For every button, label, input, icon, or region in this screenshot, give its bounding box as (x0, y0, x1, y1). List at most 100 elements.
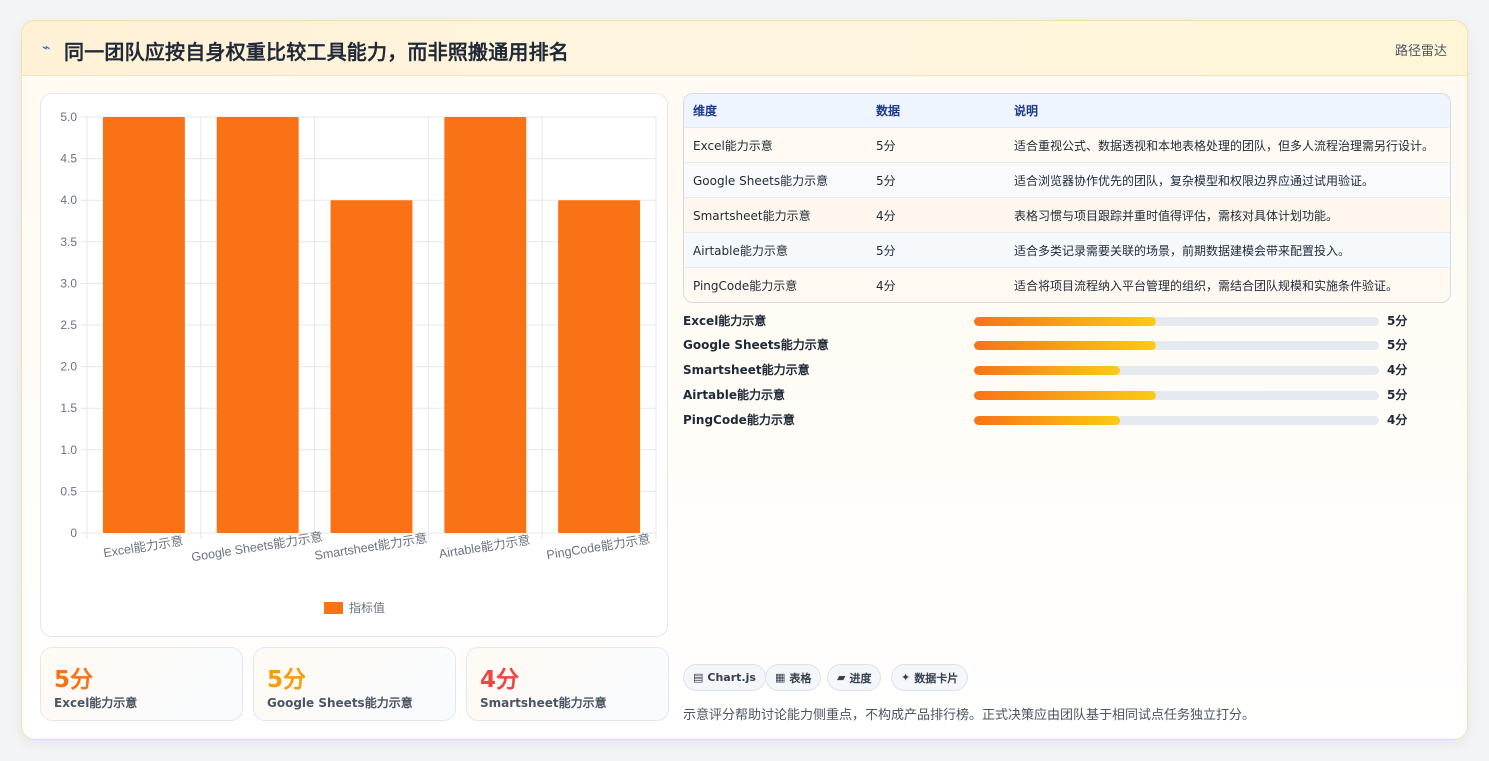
table-cell: 适合浏览器协作优先的团队，复杂模型和权限边界应通过试用验证。 (1014, 173, 1375, 188)
y-tick-label: 4.5 (60, 152, 77, 166)
progress-fill (974, 341, 1157, 350)
progress-track (974, 416, 1379, 425)
bar-chart: 0 0.5 1.0 1.5 2.0 2.5 3.0 3.5 4.0 4.5 5.0 Excel能力示意… (60, 110, 657, 615)
table-cell: 4分 (876, 208, 896, 223)
bar (330, 200, 413, 533)
progress-value: 5分 (1387, 314, 1408, 328)
stat-value: 4分 (480, 667, 520, 693)
y-tick-label: 4.0 (60, 193, 77, 207)
y-tick-label: 5.0 (60, 110, 77, 124)
table-cell: 5分 (876, 138, 896, 153)
x-tick-label: Smartsheet能力示意 (313, 530, 428, 563)
progress-track (974, 366, 1379, 375)
table-cell: Google Sheets能力示意 (693, 173, 829, 188)
stat-label: Smartsheet能力示意 (480, 696, 607, 710)
stat-label: Google Sheets能力示意 (267, 696, 413, 710)
progress-fill (974, 391, 1157, 400)
y-tick-label: 0.5 (60, 484, 77, 498)
progress-fill (974, 317, 1157, 326)
stat-card-google-sheets: 5分 Google Sheets能力示意 (253, 647, 456, 721)
y-tick-label: 1.5 (60, 401, 77, 415)
x-tick-label: Airtable能力示意 (438, 532, 532, 561)
progress-fill (974, 416, 1120, 425)
progress-row: PingCode能力示意 4分 (683, 410, 1443, 430)
stat-label: Excel能力示意 (54, 696, 138, 710)
footnote: 示意评分帮助讨论能力侧重点，不构成产品排行榜。正式决策应由团队基于相同试点任务独… (683, 708, 1256, 723)
stat-card-smartsheet: 4分 Smartsheet能力示意 (466, 647, 669, 721)
progress-track (974, 317, 1379, 326)
x-tick-label: Excel能力示意 (102, 533, 184, 560)
y-tick-label: 3.5 (60, 235, 77, 249)
y-tick-label: 0 (70, 526, 77, 540)
bar (444, 117, 527, 533)
progress-label: Google Sheets能力示意 (683, 338, 829, 352)
chip-table[interactable]: ▦ 表格 (765, 664, 822, 691)
page-title: 同一团队应按自身权重比较工具能力，而非照搬通用排名 (64, 40, 569, 64)
lightning-icon: ⌁ (42, 40, 51, 56)
chip-progress[interactable]: ▰ 进度 (827, 664, 882, 691)
bar-chart-panel: 0 0.5 1.0 1.5 2.0 2.5 3.0 3.5 4.0 4.5 5.0 Excel能力示意… (40, 93, 668, 637)
x-tick-label: Google Sheets能力示意 (190, 529, 323, 565)
x-tick-label: PingCode能力示意 (545, 531, 651, 562)
stat-value: 5分 (267, 667, 307, 693)
progress-value: 5分 (1387, 388, 1408, 402)
table-cell: 5分 (876, 243, 896, 258)
table-cell: 4分 (876, 278, 896, 293)
table-header-cell: 数据 (876, 104, 901, 118)
table-row: Airtable能力示意 5分 适合多类记录需要关联的场景，前期数据建模会带来配… (684, 232, 1450, 267)
bar (216, 117, 299, 533)
table-row: PingCode能力示意 4分 适合将项目流程纳入平台管理的组织，需结合团队规模… (684, 267, 1450, 302)
chip-label: 进度 (849, 671, 872, 685)
chip-label: Chart.js (707, 671, 756, 684)
progress-track (974, 341, 1379, 350)
progress-track (974, 391, 1379, 400)
bar (102, 117, 185, 533)
table-cell: Airtable能力示意 (693, 243, 788, 258)
table-cell: 适合重视公式、数据透视和本地表格处理的团队，但多人流程治理需另行设计。 (1014, 138, 1435, 153)
table-header-cell: 说明 (1014, 104, 1039, 118)
chart-icon: ▤ (693, 671, 704, 684)
chip-label: 表格 (789, 671, 812, 685)
table-row: Excel能力示意 5分 适合重视公式、数据透视和本地表格处理的团队，但多人流程… (684, 127, 1450, 162)
bar (558, 200, 641, 533)
progress-label: Excel能力示意 (683, 314, 767, 328)
progress-label: Smartsheet能力示意 (683, 363, 810, 377)
progress-value: 4分 (1387, 363, 1408, 377)
progress-row: Smartsheet能力示意 4分 (683, 360, 1443, 380)
chip-chartjs[interactable]: ▤ Chart.js (683, 664, 766, 691)
y-tick-label: 2.0 (60, 360, 77, 374)
progress-row: Google Sheets能力示意 5分 (683, 335, 1443, 355)
table-row: Smartsheet能力示意 4分 表格习惯与项目跟踪并重时值得评估，需核对具体… (684, 197, 1450, 232)
progress-row: Airtable能力示意 5分 (683, 385, 1443, 405)
legend-label: 指标值 (349, 600, 385, 615)
legend-swatch (324, 602, 343, 614)
table-cell: PingCode能力示意 (693, 278, 798, 293)
table-header-row: 维度 数据 说明 (684, 94, 1450, 127)
table-icon: ▦ (775, 671, 786, 684)
table-row: Google Sheets能力示意 5分 适合浏览器协作优先的团队，复杂模型和权… (684, 162, 1450, 197)
stat-value: 5分 (54, 667, 94, 693)
table-cell: 表格习惯与项目跟踪并重时值得评估，需核对具体计划功能。 (1014, 208, 1339, 223)
progress-value: 4分 (1387, 413, 1408, 427)
table-cell: 适合将项目流程纳入平台管理的组织，需结合团队规模和实施条件验证。 (1014, 278, 1399, 293)
progress-fill (974, 366, 1120, 375)
header-tag[interactable]: 路径雷达 (1395, 40, 1447, 59)
chip-label: 数据卡片 (914, 671, 959, 685)
progress-value: 5分 (1387, 338, 1408, 352)
table-header-cell: 维度 (693, 104, 718, 118)
data-table: 维度 数据 说明 Excel能力示意 5分 适合重视公式、数据透视和本地表格处理… (683, 93, 1451, 303)
progress-row: Excel能力示意 5分 (683, 311, 1443, 331)
table-cell: Smartsheet能力示意 (693, 208, 811, 223)
stat-card-excel: 5分 Excel能力示意 (40, 647, 243, 721)
y-tick-label: 2.5 (60, 318, 77, 332)
y-tick-label: 1.0 (60, 443, 77, 457)
card-icon: ✦ (901, 671, 911, 684)
header-bar: ⌁ 同一团队应按自身权重比较工具能力，而非照搬通用排名 路径雷达 (22, 21, 1467, 76)
table-cell: 适合多类记录需要关联的场景，前期数据建模会带来配置投入。 (1014, 243, 1351, 258)
report-card: ⌁ 同一团队应按自身权重比较工具能力，而非照搬通用排名 路径雷达 0 0.5 1.0… (21, 20, 1468, 740)
y-tick-label: 3.0 (60, 276, 77, 290)
chip-data-card[interactable]: ✦ 数据卡片 (891, 664, 969, 691)
progress-label: Airtable能力示意 (683, 388, 785, 402)
table-cell: Excel能力示意 (693, 138, 773, 153)
progress-label: PingCode能力示意 (683, 413, 795, 427)
